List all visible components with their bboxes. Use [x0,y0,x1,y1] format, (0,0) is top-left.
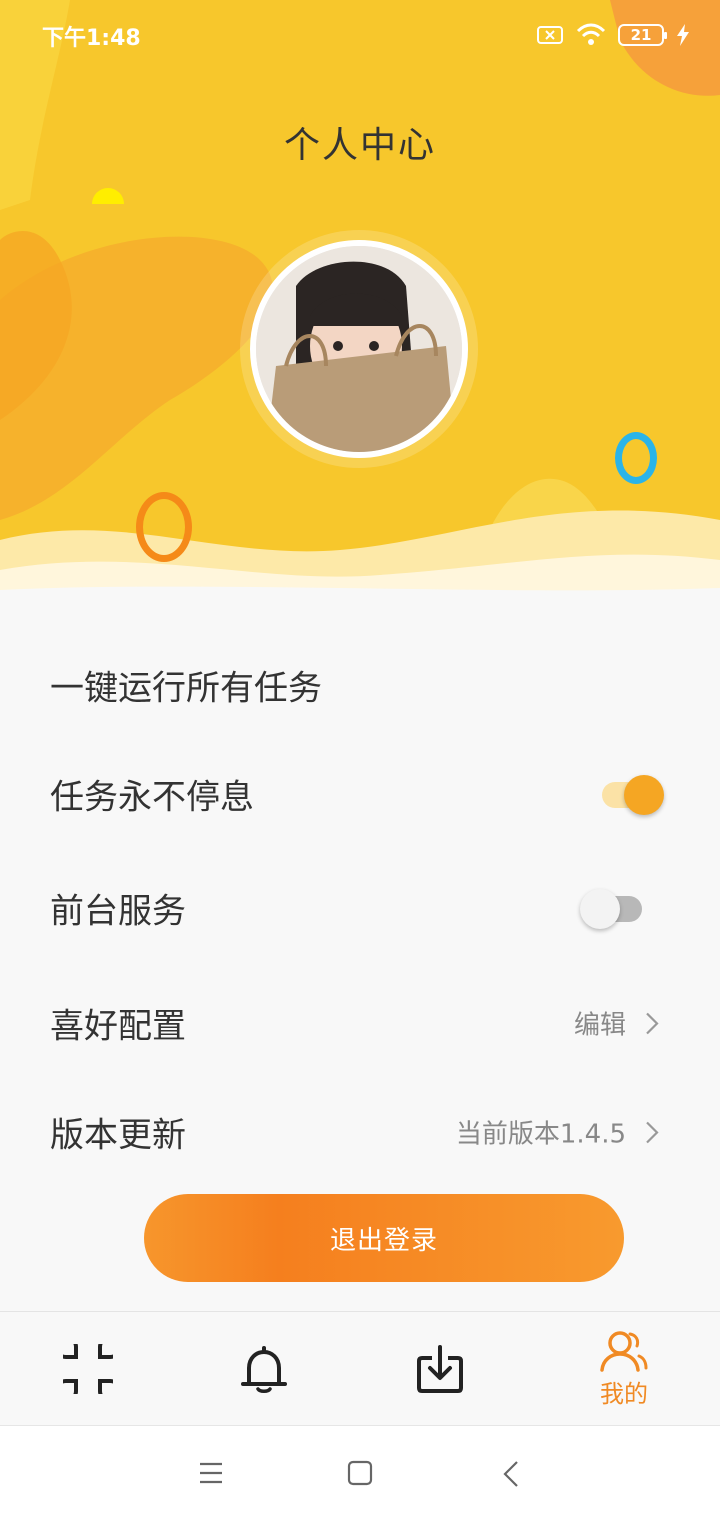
row-run-all-tasks[interactable]: 一键运行所有任务 [0,635,720,735]
profile-header: 下午1:48 21 个人中心 [0,0,720,600]
home-square-icon[interactable] [347,1460,373,1486]
nav-item-home[interactable] [28,1312,148,1426]
back-icon[interactable] [502,1460,520,1488]
decoration-ring-orange [136,492,192,562]
bell-icon [241,1346,287,1393]
row-preferences[interactable]: 喜好配置 编辑 [0,973,720,1073]
nav-label-profile: 我的 [600,1379,648,1408]
nav-item-notifications[interactable] [204,1312,324,1426]
avatar-image [256,246,462,452]
row-label: 一键运行所有任务 [50,668,322,709]
page-title: 个人中心 [283,125,436,166]
row-label: 任务永不停息 [50,777,254,818]
system-nav-bar [0,1425,720,1520]
row-right: 当前版本1.4.5 [456,1114,660,1151]
user-icon [600,1330,648,1372]
nav-item-downloads[interactable] [380,1312,500,1426]
sim-error-icon [537,26,563,44]
battery-icon: 21 [618,24,667,46]
chevron-right-icon [646,1121,659,1143]
download-icon [417,1345,463,1393]
row-right: 编辑 [574,1005,660,1042]
row-label: 版本更新 [50,1115,186,1156]
status-icons: 21 [536,20,690,50]
avatar-halo [240,230,478,468]
row-foreground-service: 前台服务 [0,858,720,958]
charging-icon [677,24,689,46]
decoration-ring-blue [615,432,657,484]
version-value: 当前版本1.4.5 [455,1119,626,1150]
status-time: 下午1:48 [42,26,141,51]
menu-icon[interactable] [198,1460,224,1486]
row-label: 前台服务 [50,891,186,932]
wifi-icon [576,23,606,45]
never-rest-toggle[interactable] [596,772,666,816]
toggle-knob [580,889,620,929]
status-bar: 下午1:48 21 [0,0,720,70]
row-version-update[interactable]: 版本更新 当前版本1.4.5 [0,1082,720,1182]
bottom-nav: 我的 [0,1311,720,1425]
user-avatar[interactable] [250,240,468,458]
toggle-knob [624,775,664,815]
preferences-value: 编辑 [573,1010,626,1041]
grid-icon [63,1344,113,1394]
row-label: 喜好配置 [50,1006,186,1047]
row-never-rest: 任务永不停息 [0,744,720,844]
logout-button[interactable]: 退出登录 [144,1194,624,1282]
chevron-right-icon [646,1012,659,1034]
nav-item-profile[interactable]: 我的 [564,1312,684,1426]
battery-level: 21 [630,26,652,44]
foreground-service-toggle[interactable] [580,886,650,930]
